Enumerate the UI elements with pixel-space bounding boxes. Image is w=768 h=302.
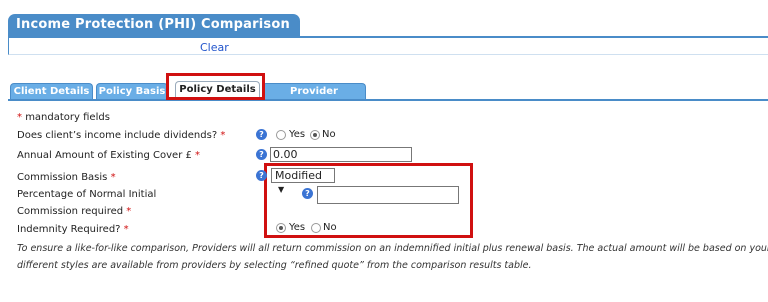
tab-divider xyxy=(8,99,768,101)
clear-bar xyxy=(8,38,768,55)
tab-policy-basis[interactable]: Policy Basis xyxy=(96,83,168,99)
required-star: * xyxy=(110,172,116,183)
percentage-input[interactable] xyxy=(317,186,459,204)
mandatory-note: * mandatory fields xyxy=(17,112,110,123)
clear-link[interactable]: Clear xyxy=(200,41,229,54)
commission-note-line1: To ensure a like-for-like comparison, Pr… xyxy=(17,243,768,254)
tab-highlight-box xyxy=(166,73,265,100)
commission-basis-label: Commission Basis * xyxy=(17,172,116,183)
dividends-yes-radio[interactable] xyxy=(276,130,286,140)
indemnity-no-radio[interactable] xyxy=(311,223,321,233)
indemnity-no-label: No xyxy=(323,222,337,233)
indemnity-label: Indemnity Required? * xyxy=(17,224,129,235)
percentage-label-line1: Percentage of Normal Initial xyxy=(17,189,157,200)
service-title: Income Protection (PHI) Comparison Servi… xyxy=(8,14,300,54)
commission-basis-label-text: Commission Basis xyxy=(17,172,108,183)
required-star: * xyxy=(126,206,132,217)
mandatory-star: * xyxy=(17,112,22,123)
mandatory-text: mandatory fields xyxy=(25,112,110,123)
dividends-label: Does client’s income include dividends? … xyxy=(17,130,225,141)
commission-basis-select[interactable]: Modified ▼ xyxy=(271,168,335,194)
dividends-no-label: No xyxy=(322,129,336,140)
indemnity-yes-label: Yes xyxy=(289,222,306,233)
tab-client-details[interactable]: Client Details xyxy=(10,83,93,99)
question-icon[interactable]: ? xyxy=(302,188,313,199)
triangle-down-icon: ▼ xyxy=(278,185,285,194)
indemnity-label-text: Indemnity Required? xyxy=(17,224,121,235)
percentage-label-line2: Commission required * xyxy=(17,206,131,217)
existing-cover-label: Annual Amount of Existing Cover £ * xyxy=(17,150,200,161)
dividends-no-radio[interactable] xyxy=(310,130,320,140)
indemnity-yes-radio[interactable] xyxy=(276,223,286,233)
required-star: * xyxy=(123,224,129,235)
dividends-yes-label: Yes xyxy=(289,129,306,140)
tab-provider-selection[interactable]: Provider Selection xyxy=(262,83,366,113)
existing-cover-label-text: Annual Amount of Existing Cover £ xyxy=(17,150,192,161)
commission-note-line2: different styles are available from prov… xyxy=(17,260,532,271)
question-icon[interactable]: ? xyxy=(256,129,267,140)
required-star: * xyxy=(195,150,201,161)
question-icon[interactable]: ? xyxy=(256,149,267,160)
question-icon[interactable]: ? xyxy=(256,170,267,181)
required-star: * xyxy=(220,130,226,141)
dividends-label-text: Does client’s income include dividends? xyxy=(17,130,218,141)
existing-cover-input[interactable]: 0.00 xyxy=(270,147,412,162)
percentage-label-line2-text: Commission required xyxy=(17,206,124,217)
commission-basis-value: Modified xyxy=(275,169,322,182)
